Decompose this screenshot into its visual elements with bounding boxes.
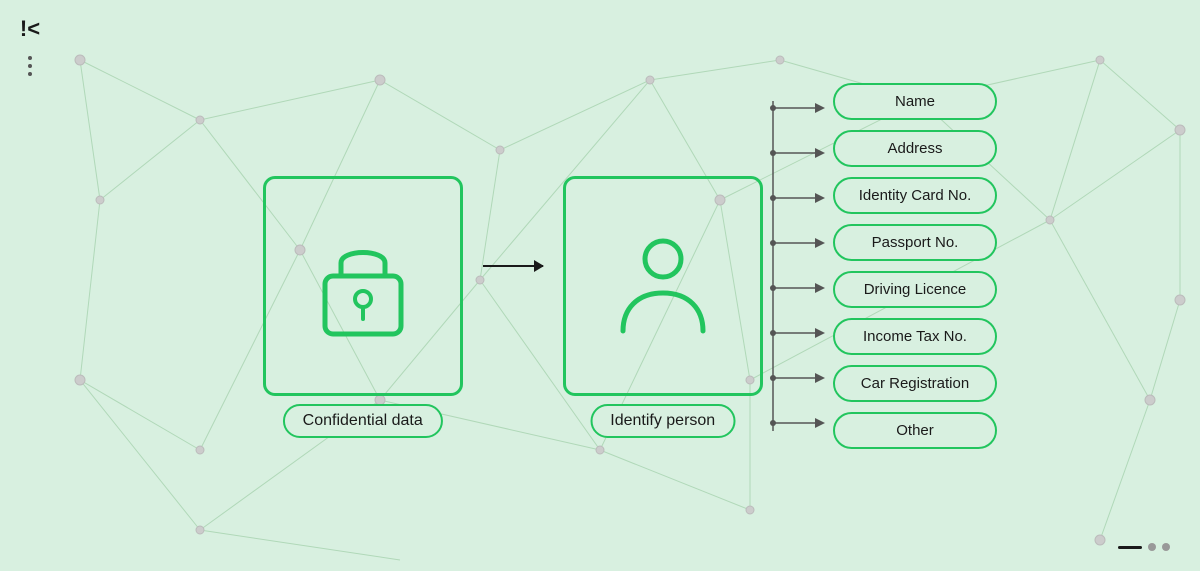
list-item-name: Name (833, 83, 998, 120)
right-section: Name Address Identity Card No. Passport … (763, 83, 998, 449)
arrow-connector (483, 265, 543, 267)
sidebar-dot (28, 72, 32, 76)
confidential-data-label: Confidential data (283, 404, 443, 438)
list-item-identity-card: Identity Card No. (833, 177, 998, 214)
sidebar-dot (28, 56, 32, 60)
list-item-passport: Passport No. (833, 224, 998, 261)
diagram-container: Confidential data Identify person (263, 123, 998, 449)
identify-person-box (563, 176, 763, 396)
sidebar: !< (0, 0, 60, 571)
list-item-address: Address (833, 130, 998, 167)
sidebar-dots (28, 56, 32, 76)
confidential-data-box (263, 176, 463, 396)
pagination-dot-2 (1162, 543, 1170, 551)
list-items: Name Address Identity Card No. Passport … (833, 83, 998, 449)
logo: !< (20, 18, 40, 40)
identify-person-label: Identify person (590, 404, 735, 438)
list-item-other: Other (833, 412, 998, 449)
sidebar-dot (28, 64, 32, 68)
list-item-car-registration: Car Registration (833, 365, 998, 402)
pagination-active (1118, 546, 1142, 549)
list-item-driving-licence: Driving Licence (833, 271, 998, 308)
branch-svg (763, 86, 833, 446)
main-content: Confidential data Identify person (60, 0, 1200, 571)
list-item-income-tax: Income Tax No. (833, 318, 998, 355)
pagination-dot-1 (1148, 543, 1156, 551)
arrow-line (483, 265, 543, 267)
lock-icon (313, 231, 413, 341)
pagination (1118, 543, 1170, 551)
person-icon (613, 231, 713, 341)
